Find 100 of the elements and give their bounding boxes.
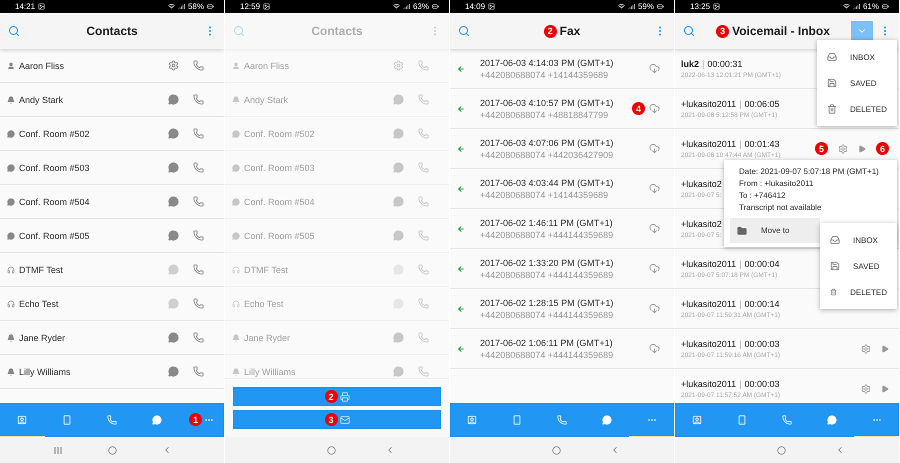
fax-numbers: +442080688074 +14144359689 [480,190,610,200]
message-duration: 00:00:14 [744,298,780,308]
menu-item[interactable]: SAVED [820,253,897,279]
cloud-download-icon[interactable] [649,63,660,74]
detail-line: To : +746412 [738,190,786,202]
play-icon[interactable] [858,144,866,152]
gallery-icon [263,3,270,10]
phone-icon[interactable] [193,298,204,309]
home-button[interactable] [327,446,336,454]
move-to-button[interactable]: Move to [730,218,820,243]
contact-card-icon [692,414,702,424]
message-duration: 00:00:31 [707,58,742,68]
play-icon[interactable] [881,384,889,392]
contact-name: Aaron Fliss [244,60,290,70]
chat-icon[interactable] [168,366,179,377]
arrow-left-icon [457,144,465,152]
contact-name: Echo Test [244,298,284,308]
phone-icon[interactable] [193,128,204,139]
phone-icon[interactable] [193,332,204,343]
separator: | [739,258,742,268]
search-button[interactable] [458,25,470,37]
search-icon [8,25,20,37]
chat-icon[interactable] [168,264,179,275]
fax-date: 2017-06-03 4:14:03 PM (GMT+1) [480,58,614,68]
chat-icon [232,164,240,172]
status-time: 13:25 [690,2,710,11]
cloud-download-icon[interactable] [649,103,660,114]
contact-card-icon [467,414,478,424]
arrow-left-icon [457,224,465,232]
contact-name: Lilly Williams [244,366,296,376]
cloud-download-icon[interactable] [649,303,660,314]
email-button[interactable]: 3 [233,410,441,429]
contact-name: Echo Test [19,298,60,308]
contact-name: Lilly Williams [19,366,72,376]
callout-badge: 3 [716,24,730,38]
chat-icon[interactable] [168,230,179,241]
fax-numbers: +442080688074 +14144359689 [480,70,610,80]
wifi-icon [392,3,400,10]
dropdown-button[interactable] [851,21,873,41]
search-button[interactable] [233,25,245,37]
search-button[interactable] [683,25,695,37]
battery-level: 63% [412,2,429,11]
contact-name: Jane Ryder [244,332,292,342]
contact-name: Andy Stark [19,94,64,104]
phone-icon[interactable] [193,60,204,71]
chat-icon[interactable] [168,128,179,139]
phone-icon[interactable] [193,94,204,105]
play-icon[interactable] [881,344,889,352]
phone-icon[interactable] [193,264,204,275]
contact-name: Conf. Room #503 [244,162,316,172]
phone-icon[interactable] [193,366,204,377]
bell-icon [232,368,240,376]
chat-icon [602,414,612,424]
caller-name: +lukasito2011 [681,378,736,388]
recents-button[interactable] [52,446,62,454]
phone-icon[interactable] [193,230,204,241]
home-button[interactable] [777,446,786,454]
chat-icon[interactable] [168,94,179,105]
separator: | [702,58,704,68]
search-button[interactable] [8,25,20,37]
contact-name: Conf. Room #503 [19,162,91,172]
cloud-download-icon[interactable] [649,143,660,154]
chat-icon[interactable] [168,162,179,173]
settings-icon[interactable] [861,384,871,394]
nav-tab[interactable]: 1 [179,403,224,437]
signal-icon [628,3,635,10]
battery-level: 58% [188,2,204,11]
phone-icon[interactable] [193,162,204,173]
chat-icon[interactable] [168,332,179,343]
fax-date: 2017-06-03 4:10:57 PM (GMT+1) [480,98,614,108]
cloud-download-icon[interactable] [649,343,660,354]
bell-icon [7,368,15,376]
arrow-left-icon [457,104,465,112]
home-button[interactable] [108,446,116,454]
contact-name: Conf. Room #505 [19,230,91,240]
bell-icon [7,96,15,104]
message-duration: 00:00:04 [744,258,780,268]
menu-item[interactable]: DELETED [817,96,897,122]
arrow-left-icon [457,344,465,352]
cloud-download-icon[interactable] [649,223,660,234]
battery-icon [432,3,439,10]
chat-icon[interactable] [168,298,179,309]
contact-name: Jane Ryder [19,332,66,342]
cloud-download-icon[interactable] [649,183,660,194]
battery-level: 61% [862,2,879,11]
cloud-download-icon[interactable] [649,263,660,274]
home-button[interactable] [552,446,562,454]
fax-button[interactable]: 2 [233,387,441,406]
settings-icon[interactable] [838,144,848,154]
contact-name: Conf. Room #504 [19,196,91,206]
fax-numbers: +442080688074 +442036427909 [480,150,614,160]
settings-icon[interactable] [861,344,871,354]
chat-icon[interactable] [168,196,179,207]
wifi-icon [168,3,175,10]
chat-icon [826,414,837,424]
caller-name: +lukasito2011 [681,298,736,308]
smartphone-icon [512,414,522,424]
headset-icon [7,300,15,308]
phone-icon[interactable] [193,196,204,207]
settings-icon[interactable] [168,60,179,71]
